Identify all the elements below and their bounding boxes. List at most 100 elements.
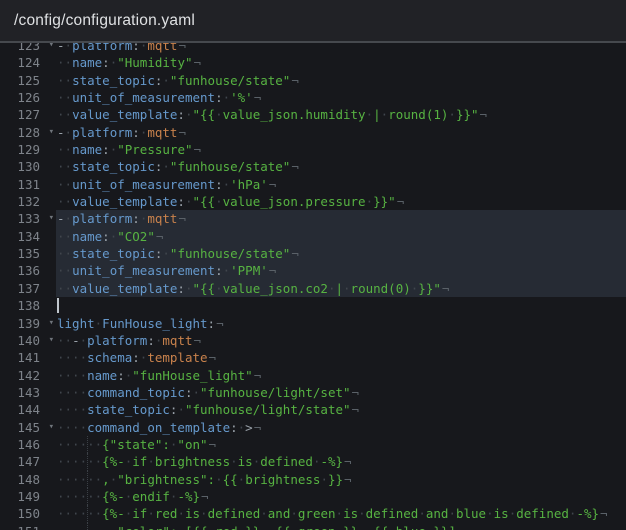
code-line-148[interactable]: 148······,·"brightness":·{{·brightness·}… <box>0 471 626 488</box>
code-line-136[interactable]: 136··unit_of_measurement:·'PPM'¬ <box>0 262 626 279</box>
code-line-128[interactable]: 128▾-·platform:·mqtt¬ <box>0 124 626 141</box>
code-line-149[interactable]: 149······{%-·endif·-%}¬ <box>0 488 626 505</box>
eol-marker: ¬ <box>456 524 465 530</box>
line-number[interactable]: 150 <box>0 505 56 522</box>
fold-arrow-icon[interactable]: ▾ <box>49 43 54 54</box>
line-number[interactable]: 137 <box>0 280 56 297</box>
line-number[interactable]: 134 <box>0 228 56 245</box>
code-line-138[interactable]: 138 <box>0 297 626 314</box>
eol-marker: ¬ <box>193 333 202 348</box>
eol-marker: ¬ <box>290 73 299 88</box>
line-number[interactable]: 148 <box>0 471 56 488</box>
code-text: ··name:·"CO2"¬ <box>56 228 626 245</box>
code-line-140[interactable]: 140▾··-·platform:·mqtt¬ <box>0 332 626 349</box>
fold-arrow-icon[interactable]: ▾ <box>49 419 54 436</box>
indent-guide <box>87 523 88 530</box>
code-text: ······{%-·if·brightness·is·defined·-%}¬ <box>56 453 626 470</box>
code-line-131[interactable]: 131··unit_of_measurement:·'hPa'¬ <box>0 176 626 193</box>
code-line-126[interactable]: 126··unit_of_measurement:·'%'¬ <box>0 89 626 106</box>
document: 123▾-·platform:·mqtt¬124··name:·"Humidit… <box>0 43 626 530</box>
code-line-123[interactable]: 123▾-·platform:·mqtt¬ <box>0 43 626 54</box>
eol-marker: ¬ <box>253 90 262 105</box>
line-number[interactable]: 135 <box>0 245 56 262</box>
code-line-130[interactable]: 130··state_topic:·"funhouse/state"¬ <box>0 158 626 175</box>
line-number[interactable]: 138 <box>0 297 56 314</box>
line-number[interactable]: 139▾ <box>0 315 56 332</box>
code-text: ····schema:·template¬ <box>56 349 626 366</box>
code-line-127[interactable]: 127··value_template:·"{{·value_json.humi… <box>0 106 626 123</box>
code-line-147[interactable]: 147······{%-·if·brightness·is·defined·-%… <box>0 453 626 470</box>
line-number[interactable]: 143 <box>0 384 56 401</box>
line-number[interactable]: 147 <box>0 453 56 470</box>
eol-marker: ¬ <box>208 350 217 365</box>
eol-marker: ¬ <box>155 229 164 244</box>
eol-marker: ¬ <box>177 125 186 140</box>
line-number[interactable]: 142 <box>0 367 56 384</box>
line-number[interactable]: 146 <box>0 436 56 453</box>
line-number[interactable]: 126 <box>0 89 56 106</box>
code-line-146[interactable]: 146······{"state":·"on"¬ <box>0 436 626 453</box>
eol-marker: ¬ <box>253 420 262 435</box>
code-line-129[interactable]: 129··name:·"Pressure"¬ <box>0 141 626 158</box>
code-text: ··-·platform:·mqtt¬ <box>56 332 626 349</box>
code-line-145[interactable]: 145▾····command_on_template:·>¬ <box>0 419 626 436</box>
line-number[interactable]: 141 <box>0 349 56 366</box>
eol-marker: ¬ <box>268 263 277 278</box>
code-text: ······,·"color":·[{{·red·}},·{{·green·}}… <box>56 523 626 530</box>
line-number[interactable]: 136 <box>0 262 56 279</box>
fold-arrow-icon[interactable]: ▾ <box>49 210 54 227</box>
code-text: ··state_topic:·"funhouse/state"¬ <box>56 245 626 262</box>
code-line-125[interactable]: 125··state_topic:·"funhouse/state"¬ <box>0 72 626 89</box>
code-editor[interactable]: 123▾-·platform:·mqtt¬124··name:·"Humidit… <box>0 43 626 530</box>
line-number[interactable]: 125 <box>0 72 56 89</box>
line-number[interactable]: 123▾ <box>0 43 56 54</box>
code-line-150[interactable]: 150······{%-·if·red·is·defined·and·green… <box>0 505 626 522</box>
code-text: -·platform:·mqtt¬ <box>56 124 626 141</box>
code-line-133[interactable]: 133▾-·platform:·mqtt¬ <box>0 210 626 227</box>
code-text: ····state_topic:·"funhouse/light/state"¬ <box>56 401 626 418</box>
line-number[interactable]: 130 <box>0 158 56 175</box>
line-number[interactable]: 131 <box>0 176 56 193</box>
code-line-132[interactable]: 132··value_template:·"{{·value_json.pres… <box>0 193 626 210</box>
line-number[interactable]: 140▾ <box>0 332 56 349</box>
line-number[interactable]: 124 <box>0 54 56 71</box>
code-line-139[interactable]: 139▾light·FunHouse_light:¬ <box>0 315 626 332</box>
line-number[interactable]: 151 <box>0 523 56 530</box>
code-line-134[interactable]: 134··name:·"CO2"¬ <box>0 228 626 245</box>
eol-marker: ¬ <box>599 506 608 521</box>
fold-arrow-icon[interactable]: ▾ <box>49 124 54 141</box>
line-number[interactable]: 129 <box>0 141 56 158</box>
indent-guide <box>87 436 88 453</box>
code-line-144[interactable]: 144····state_topic:·"funhouse/light/stat… <box>0 401 626 418</box>
code-line-137[interactable]: 137··value_template:·"{{·value_json.co2·… <box>0 280 626 297</box>
line-number[interactable]: 149 <box>0 488 56 505</box>
code-line-151[interactable]: 151······,·"color":·[{{·red·}},·{{·green… <box>0 523 626 530</box>
code-line-141[interactable]: 141····schema:·template¬ <box>0 349 626 366</box>
line-number[interactable]: 128▾ <box>0 124 56 141</box>
code-text <box>56 297 626 314</box>
line-number[interactable]: 132 <box>0 193 56 210</box>
indent-guide <box>87 505 88 522</box>
code-text: ····command_on_template:·>¬ <box>56 419 626 436</box>
code-text: -·platform:·mqtt¬ <box>56 43 626 54</box>
fold-arrow-icon[interactable]: ▾ <box>49 332 54 349</box>
code-text: ··unit_of_measurement:·'PPM'¬ <box>56 262 626 279</box>
code-text: ····name:·"funHouse_light"¬ <box>56 367 626 384</box>
eol-marker: ¬ <box>396 194 405 209</box>
code-line-135[interactable]: 135··state_topic:·"funhouse/state"¬ <box>0 245 626 262</box>
line-number[interactable]: 145▾ <box>0 419 56 436</box>
eol-marker: ¬ <box>200 489 209 504</box>
code-line-124[interactable]: 124··name:·"Humidity"¬ <box>0 54 626 71</box>
eol-marker: ¬ <box>253 368 262 383</box>
file-path: /config/configuration.yaml <box>0 12 195 30</box>
code-line-143[interactable]: 143····command_topic:·"funhouse/light/se… <box>0 384 626 401</box>
line-number[interactable]: 133▾ <box>0 210 56 227</box>
eol-marker: ¬ <box>177 43 186 53</box>
code-text: ··value_template:·"{{·value_json.pressur… <box>56 193 626 210</box>
code-line-142[interactable]: 142····name:·"funHouse_light"¬ <box>0 367 626 384</box>
eol-marker: ¬ <box>343 472 352 487</box>
indent-guide <box>87 488 88 505</box>
fold-arrow-icon[interactable]: ▾ <box>49 315 54 332</box>
line-number[interactable]: 127 <box>0 106 56 123</box>
line-number[interactable]: 144 <box>0 401 56 418</box>
